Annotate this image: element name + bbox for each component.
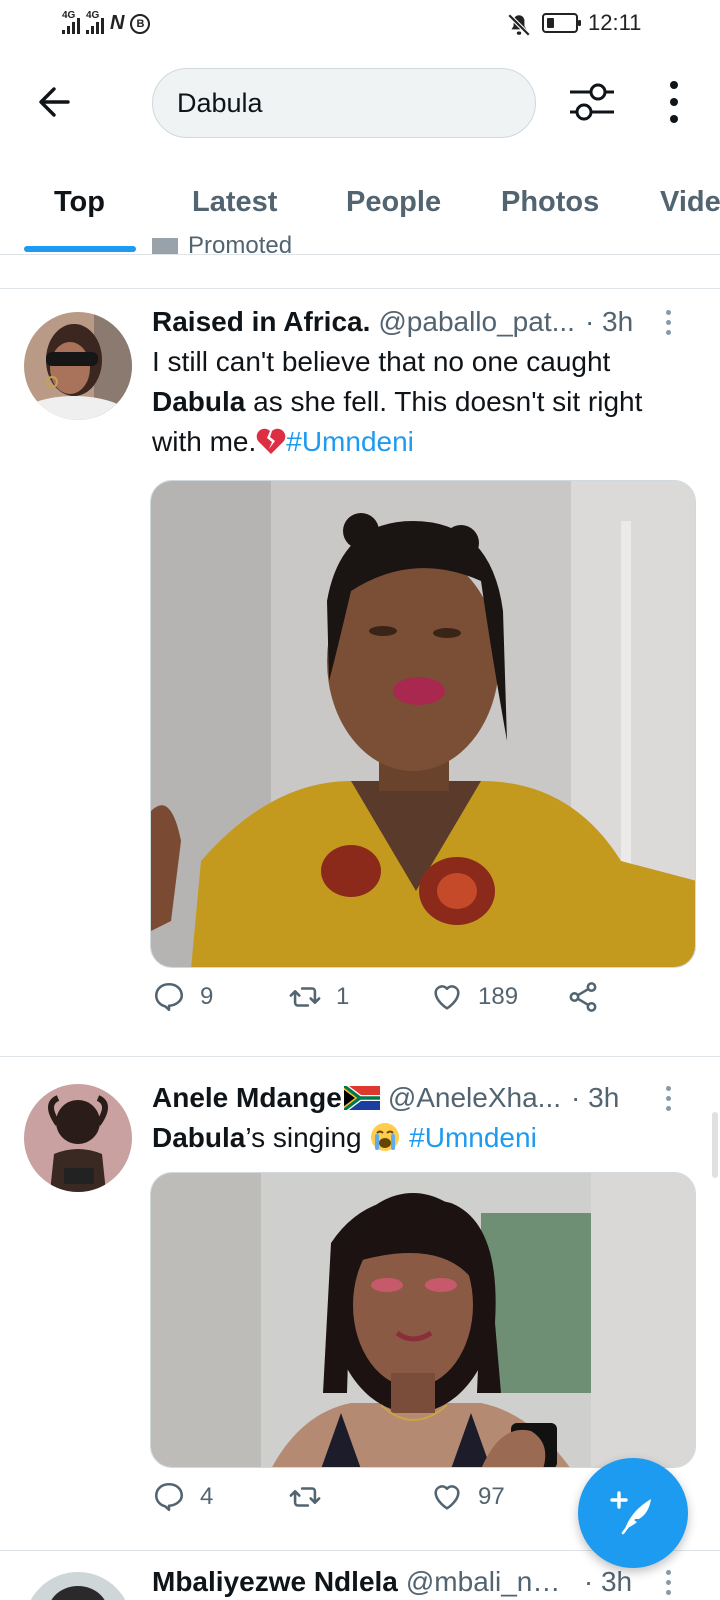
scrollbar[interactable]	[712, 1112, 718, 1178]
tweet-menu-button[interactable]	[662, 310, 674, 335]
like-count: 189	[478, 983, 519, 1010]
tweet-photo	[151, 481, 695, 967]
tweet-menu-button[interactable]	[662, 1570, 674, 1595]
divider	[0, 1056, 720, 1057]
like-button[interactable]: 189	[430, 980, 518, 1014]
clock: 12:11	[588, 10, 642, 35]
search-bar[interactable]	[152, 68, 536, 138]
tweet-header: Raised in Africa. @paballo_pat... · 3h	[152, 306, 702, 338]
arrow-left-icon	[39, 87, 70, 117]
share-button[interactable]	[566, 980, 600, 1014]
avatar[interactable]	[24, 1084, 132, 1192]
hashtag-link[interactable]: #Umndeni	[286, 426, 414, 457]
tweet-header: Anele Mdange @AneleXha... · 3h	[152, 1082, 702, 1114]
nfc-icon: N	[110, 12, 125, 34]
tweet-time: · 3h	[583, 1566, 633, 1597]
tweet-time: · 3h	[571, 1082, 620, 1113]
share-icon	[569, 982, 597, 1012]
author-handle[interactable]: @mbali_ndl...	[406, 1566, 574, 1598]
author-handle[interactable]: @paballo_pat...	[378, 306, 575, 338]
broken-heart-icon	[256, 428, 286, 454]
avatar-image	[24, 1084, 132, 1192]
tweet-actions: 9 1 189	[152, 980, 672, 1020]
author-handle[interactable]: @AneleXha...	[388, 1082, 561, 1114]
tweet-time: · 3h	[584, 306, 634, 337]
more-options-button[interactable]	[654, 78, 694, 126]
reply-icon	[154, 1482, 184, 1512]
retweet-button[interactable]	[288, 1480, 336, 1514]
author-name[interactable]: Anele Mdange	[152, 1082, 342, 1114]
heart-icon	[434, 1485, 460, 1510]
like-button[interactable]: 97	[430, 1480, 505, 1514]
author-name[interactable]: Mbaliyezwe Ndlela	[152, 1566, 398, 1598]
active-tab-indicator	[24, 246, 136, 252]
reply-button[interactable]: 4	[152, 1480, 213, 1514]
avatar[interactable]	[24, 312, 132, 420]
tweet-photo	[151, 1173, 695, 1467]
promoted-label: Promoted	[152, 232, 292, 254]
south-africa-flag-icon	[343, 1086, 380, 1110]
tweet-image[interactable]	[150, 480, 696, 968]
hashtag-link[interactable]: #Umndeni	[409, 1122, 537, 1153]
promoted-icon	[152, 237, 178, 254]
avatar[interactable]	[24, 1572, 132, 1600]
compose-feather-icon	[610, 1491, 651, 1535]
divider	[0, 288, 720, 289]
tab-top[interactable]: Top	[54, 186, 105, 219]
tweet-header: Mbaliyezwe Ndlela @mbali_ndl... · 3h	[152, 1566, 702, 1598]
tab-videos[interactable]: Videos	[660, 186, 720, 219]
crying-face-icon	[371, 1123, 400, 1151]
reply-count: 4	[200, 1483, 214, 1510]
more-dots-icon	[670, 81, 678, 89]
battery-icon	[542, 13, 581, 33]
back-button[interactable]	[32, 78, 80, 126]
mute-notifications-icon	[506, 12, 532, 43]
search-term-highlight: Dabula	[152, 386, 246, 417]
search-filter-button[interactable]	[566, 78, 618, 126]
reply-icon	[154, 982, 184, 1012]
avatar-image	[24, 312, 132, 420]
retweet-button[interactable]: 1	[288, 980, 349, 1014]
tweet-menu-button[interactable]	[662, 1086, 674, 1111]
author-name[interactable]: Raised in Africa.	[152, 306, 370, 338]
retweet-count: 1	[336, 983, 350, 1010]
tab-people[interactable]: People	[346, 186, 441, 219]
compose-tweet-button[interactable]	[578, 1458, 688, 1568]
search-header	[0, 48, 720, 158]
retweet-icon	[289, 1487, 321, 1507]
tweet-text: Dabula’s singing #Umndeni	[152, 1122, 537, 1153]
search-tabs: Top Latest People Photos Videos	[0, 160, 720, 255]
avatar-image	[24, 1572, 132, 1600]
sliders-icon	[570, 83, 614, 121]
reply-button[interactable]: 9	[152, 980, 213, 1014]
network-type-label: 4G	[62, 10, 76, 21]
tweet-image[interactable]	[150, 1172, 696, 1468]
tab-photos[interactable]: Photos	[501, 186, 599, 219]
search-input[interactable]	[177, 87, 511, 119]
signal-icon: 4G	[62, 10, 80, 34]
tweet-text: I still can't believe that no one caught…	[152, 346, 643, 457]
status-bar: 4G 4G N B 12:11	[0, 0, 720, 48]
b-badge-icon: B	[130, 14, 151, 34]
network-type-label-2: 4G	[86, 10, 100, 21]
heart-icon	[434, 985, 460, 1010]
like-count: 97	[478, 1483, 505, 1510]
status-icons-left: 4G 4G N B	[62, 10, 151, 34]
tab-latest[interactable]: Latest	[192, 186, 277, 219]
reply-count: 9	[200, 983, 214, 1010]
signal-icon-2: 4G	[86, 10, 104, 34]
retweet-icon	[289, 987, 321, 1007]
search-term-highlight: Dabula	[152, 1122, 246, 1153]
